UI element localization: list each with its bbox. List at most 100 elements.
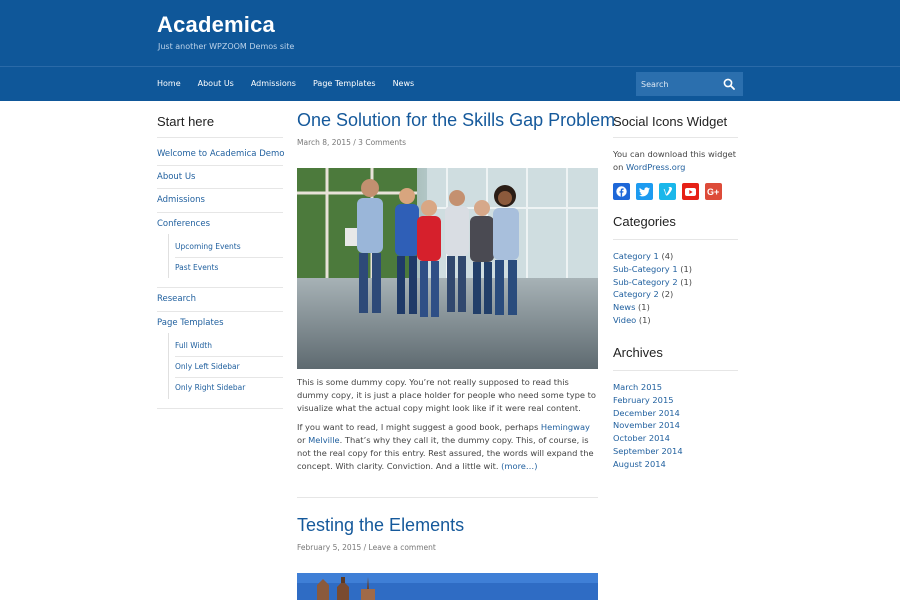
category-link[interactable]: Category 2 [613, 289, 659, 299]
start-here-title: Start here [157, 114, 215, 129]
archive-link[interactable]: November 2014 [613, 420, 680, 430]
menu-item-research[interactable]: Research [157, 294, 196, 304]
post-comments-link[interactable]: 3 Comments [358, 138, 406, 147]
archive-link[interactable]: December 2014 [613, 408, 680, 418]
nav-home[interactable]: Home [157, 79, 181, 88]
divider [175, 356, 283, 357]
archive-row: November 2014 [613, 419, 683, 432]
category-count: (4) [658, 251, 674, 261]
meta-separator: / [361, 543, 369, 552]
divider [157, 137, 283, 138]
archive-link[interactable]: October 2014 [613, 433, 670, 443]
category-row: News (1) [613, 301, 692, 314]
archive-link[interactable]: September 2014 [613, 446, 683, 456]
category-link[interactable]: Sub-Category 1 [613, 264, 678, 274]
menu-item-welcome[interactable]: Welcome to Academica Demo [157, 149, 284, 159]
category-count: (1) [677, 276, 692, 287]
google-plus-icon[interactable]: G+ [705, 183, 722, 200]
category-link[interactable]: Sub-Category 2 [613, 277, 678, 287]
site-header: Academica Just another WPZOOM Demos site… [0, 0, 900, 101]
post-comments-link[interactable]: Leave a comment [369, 543, 436, 552]
social-widget-title: Social Icons Widget [613, 114, 728, 129]
post-date: February 5, 2015 [297, 543, 362, 552]
main-nav: Home About Us Admissions Page Templates … [157, 79, 414, 88]
link-melville[interactable]: Melville [308, 435, 340, 445]
post-title[interactable]: Testing the Elements [297, 515, 464, 536]
archive-row: October 2014 [613, 432, 683, 445]
archive-row: September 2014 [613, 445, 683, 458]
students-photo [297, 168, 598, 369]
search-box [636, 72, 743, 96]
search-icon[interactable] [723, 78, 735, 90]
archive-row: February 2015 [613, 394, 683, 407]
divider [157, 311, 283, 312]
divider [157, 287, 283, 288]
twitter-icon[interactable] [636, 183, 653, 200]
post-excerpt-paragraph: If you want to read, I might suggest a g… [297, 421, 598, 473]
archive-link[interactable]: March 2015 [613, 382, 662, 392]
post-meta: March 8, 2015 / 3 Comments [297, 138, 406, 147]
category-count: (1) [636, 314, 651, 325]
svg-text:G+: G+ [707, 187, 719, 196]
text: or [297, 435, 309, 445]
divider [157, 212, 283, 213]
divider [613, 239, 738, 240]
category-link[interactable]: Video [613, 315, 636, 325]
archive-row: March 2015 [613, 381, 683, 394]
search-input[interactable] [636, 72, 720, 96]
submenu-item-upcoming-events[interactable]: Upcoming Events [175, 242, 241, 251]
menu-item-conferences[interactable]: Conferences [157, 219, 210, 229]
categories-title: Categories [613, 214, 676, 229]
category-link[interactable]: News [613, 302, 635, 312]
header-divider [0, 66, 900, 67]
nav-about-us[interactable]: About Us [198, 79, 234, 88]
archive-row: December 2014 [613, 407, 683, 420]
category-row: Category 2 (2) [613, 288, 692, 301]
link-hemingway[interactable]: Hemingway [541, 422, 590, 432]
site-title[interactable]: Academica [157, 12, 275, 38]
vimeo-icon[interactable] [659, 183, 676, 200]
text: If you want to read, I might suggest a g… [297, 422, 541, 432]
nav-news[interactable]: News [393, 79, 415, 88]
menu-item-admissions[interactable]: Admissions [157, 195, 205, 205]
menu-item-about-us[interactable]: About Us [157, 172, 195, 182]
divider [157, 165, 283, 166]
submenu-item-only-right-sidebar[interactable]: Only Right Sidebar [175, 383, 245, 392]
archive-link[interactable]: February 2015 [613, 395, 674, 405]
post-excerpt-paragraph: This is some dummy copy. You’re not real… [297, 377, 596, 413]
post-featured-image[interactable] [297, 168, 598, 369]
category-row: Sub-Category 2 (1) [613, 276, 692, 289]
category-link[interactable]: Category 1 [613, 251, 659, 261]
read-more-link[interactable]: (more…) [501, 461, 537, 471]
divider [175, 257, 283, 258]
post-date: March 8, 2015 [297, 138, 351, 147]
submenu-line [168, 234, 169, 278]
social-widget-text: You can download this widget on WordPres… [613, 148, 738, 174]
post-meta: February 5, 2015 / Leave a comment [297, 543, 436, 552]
submenu-item-only-left-sidebar[interactable]: Only Left Sidebar [175, 362, 240, 371]
archive-link[interactable]: August 2014 [613, 459, 666, 469]
category-row: Sub-Category 1 (1) [613, 263, 692, 276]
post-title[interactable]: One Solution for the Skills Gap Problem [297, 110, 615, 131]
submenu-item-full-width[interactable]: Full Width [175, 341, 212, 350]
building-photo [297, 573, 598, 600]
category-count: (1) [635, 302, 650, 313]
category-row: Video (1) [613, 314, 692, 327]
nav-page-templates[interactable]: Page Templates [313, 79, 376, 88]
wordpress-org-link[interactable]: WordPress.org [626, 162, 685, 172]
nav-admissions[interactable]: Admissions [251, 79, 296, 88]
youtube-icon[interactable] [682, 183, 699, 200]
divider [613, 137, 738, 138]
archives-title: Archives [613, 345, 663, 360]
divider [157, 408, 283, 409]
menu-item-page-templates[interactable]: Page Templates [157, 318, 224, 328]
facebook-icon[interactable] [613, 183, 630, 200]
archive-row: August 2014 [613, 458, 683, 471]
category-count: (2) [658, 289, 674, 300]
category-row: Category 1 (4) [613, 250, 692, 263]
submenu-item-past-events[interactable]: Past Events [175, 263, 218, 272]
post-divider [297, 497, 598, 498]
post-featured-image[interactable] [297, 573, 598, 600]
archives-list: March 2015 February 2015 December 2014 N… [613, 381, 683, 471]
text: . That’s why they call it, the dummy cop… [297, 435, 594, 471]
